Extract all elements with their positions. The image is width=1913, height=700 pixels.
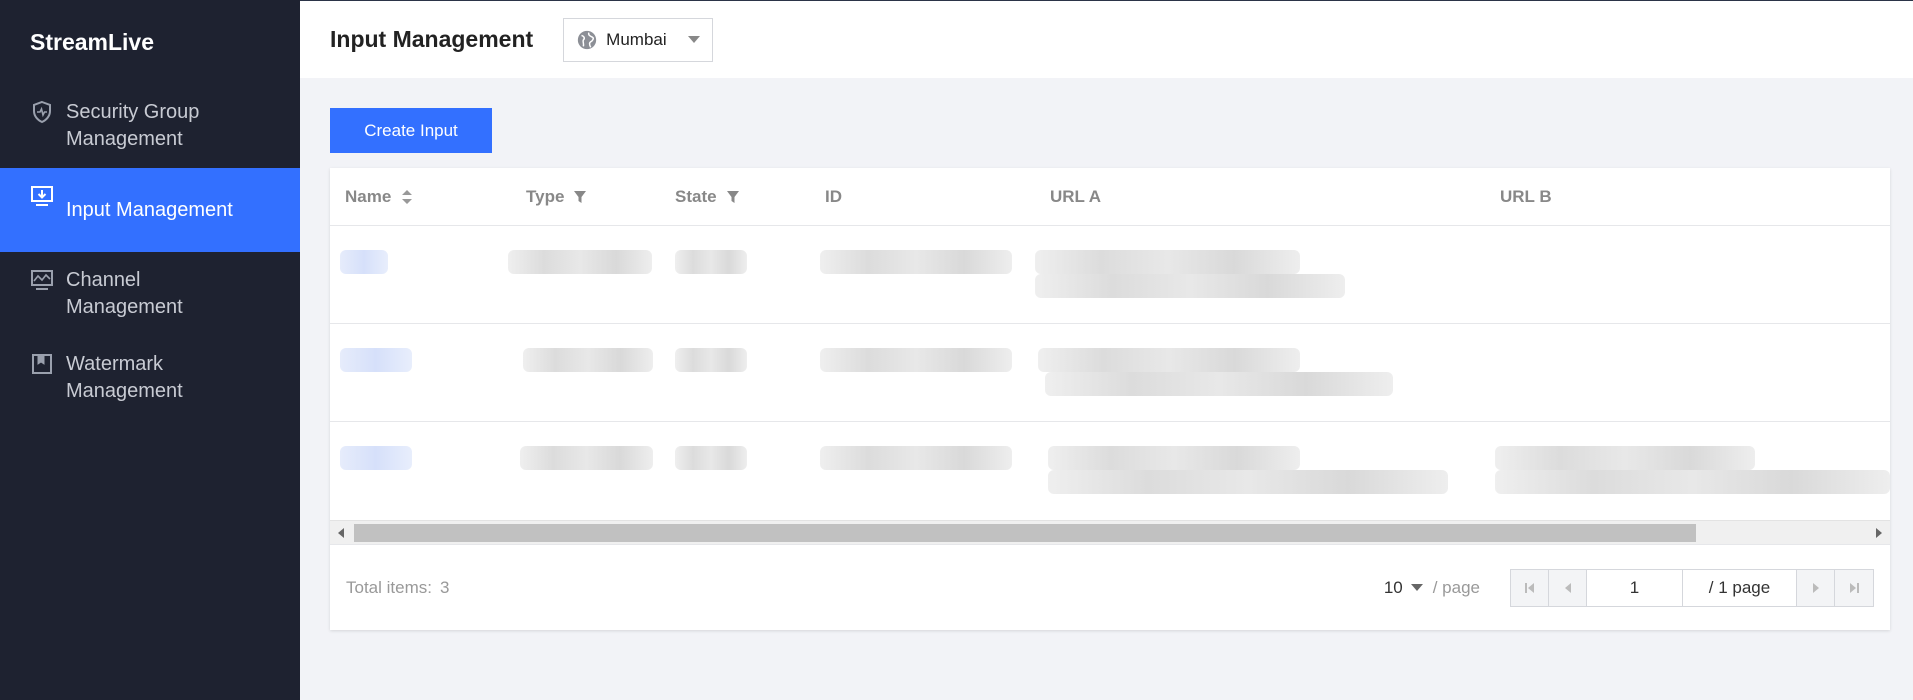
redacted-url-b (1495, 446, 1755, 470)
redacted-id (820, 446, 1012, 470)
bookmark-icon (32, 354, 52, 374)
redacted-url-a (1035, 274, 1345, 298)
redacted-url-a (1048, 470, 1448, 494)
page-title: Input Management (330, 26, 534, 52)
input-download-icon (31, 186, 53, 206)
column-header-id: ID (825, 187, 842, 206)
redacted-url-b (1495, 470, 1890, 494)
page-number-input[interactable] (1587, 569, 1683, 606)
redacted-url-a (1048, 446, 1300, 470)
sort-icon[interactable] (401, 190, 413, 204)
column-header-name[interactable]: Name (345, 168, 413, 226)
total-pages: / 1 page (1683, 569, 1797, 606)
column-header-url-b: URL B (1500, 187, 1552, 206)
shield-icon (33, 100, 51, 124)
redacted-type (523, 348, 653, 372)
region-select[interactable]: Mumbai (563, 17, 714, 62)
redacted-url-a (1038, 348, 1300, 372)
sidebar-item-input[interactable]: Input Management (0, 168, 300, 252)
redacted-state (675, 250, 747, 274)
chevron-down-icon (688, 36, 701, 43)
sidebar-item-label: Watermark Management (66, 353, 183, 402)
header: Input Management Mumbai (300, 0, 1913, 78)
redacted-type (508, 250, 652, 274)
scroll-right-icon[interactable] (1876, 528, 1882, 538)
redacted-name[interactable] (340, 446, 412, 470)
sidebar-item-channel[interactable]: Channel Management (0, 252, 300, 336)
total-count: 3 (439, 577, 450, 597)
sidebar-item-label: Security Group Management (66, 101, 200, 150)
filter-icon[interactable] (726, 190, 739, 204)
redacted-id (820, 348, 1012, 372)
chevron-right-icon (1812, 582, 1819, 593)
total-items: Total items: 3 (346, 577, 450, 597)
last-page-button[interactable] (1835, 569, 1873, 606)
sidebar-item-label: Input Management (66, 198, 233, 221)
table-row[interactable] (330, 422, 1890, 520)
first-page-icon (1524, 582, 1534, 593)
region-value: Mumbai (606, 29, 667, 49)
table-row[interactable] (330, 324, 1890, 422)
scrollbar-thumb[interactable] (354, 524, 1696, 542)
input-table: Name Type State ID URL A URL B Total ite… (330, 168, 1890, 630)
scroll-left-icon[interactable] (338, 528, 344, 538)
last-page-icon (1850, 582, 1859, 593)
sidebar-item-security-group[interactable]: Security Group Management (0, 84, 300, 168)
column-header-state[interactable]: State (675, 168, 739, 226)
horizontal-scrollbar[interactable] (330, 520, 1890, 544)
pagination: 10 / page / 1 page (1384, 568, 1874, 607)
table-row[interactable] (330, 226, 1890, 324)
sidebar: StreamLive Security Group Management Inp… (0, 0, 300, 700)
chevron-left-icon (1564, 582, 1571, 593)
redacted-id (820, 250, 1012, 274)
redacted-url-a (1045, 372, 1393, 396)
first-page-button[interactable] (1511, 569, 1549, 606)
column-header-type[interactable]: Type (526, 168, 587, 226)
sidebar-item-label: Channel Management (66, 269, 183, 318)
create-input-button[interactable]: Create Input (330, 108, 492, 153)
table-header: Name Type State ID URL A URL B (330, 168, 1890, 226)
per-page-label: / page (1432, 577, 1480, 597)
filter-icon[interactable] (574, 190, 587, 204)
brand-logo: StreamLive (30, 28, 155, 55)
monitor-wave-icon (31, 270, 53, 290)
page-controls: / 1 page (1510, 568, 1874, 607)
redacted-url-a (1035, 250, 1300, 274)
chevron-down-icon (1410, 584, 1423, 591)
previous-page-button[interactable] (1549, 569, 1587, 606)
page-size-select[interactable]: 10 (1384, 578, 1423, 598)
redacted-state (675, 446, 747, 470)
redacted-name[interactable] (340, 348, 412, 372)
column-header-url-a: URL A (1050, 187, 1101, 206)
next-page-button[interactable] (1797, 569, 1835, 606)
redacted-state (675, 348, 747, 372)
globe-icon (578, 30, 597, 49)
sidebar-item-watermark[interactable]: Watermark Management (0, 336, 300, 420)
table-footer: Total items: 3 10 / page 1 / 1 page (330, 544, 1890, 630)
redacted-type (520, 446, 653, 470)
redacted-name[interactable] (340, 250, 388, 274)
